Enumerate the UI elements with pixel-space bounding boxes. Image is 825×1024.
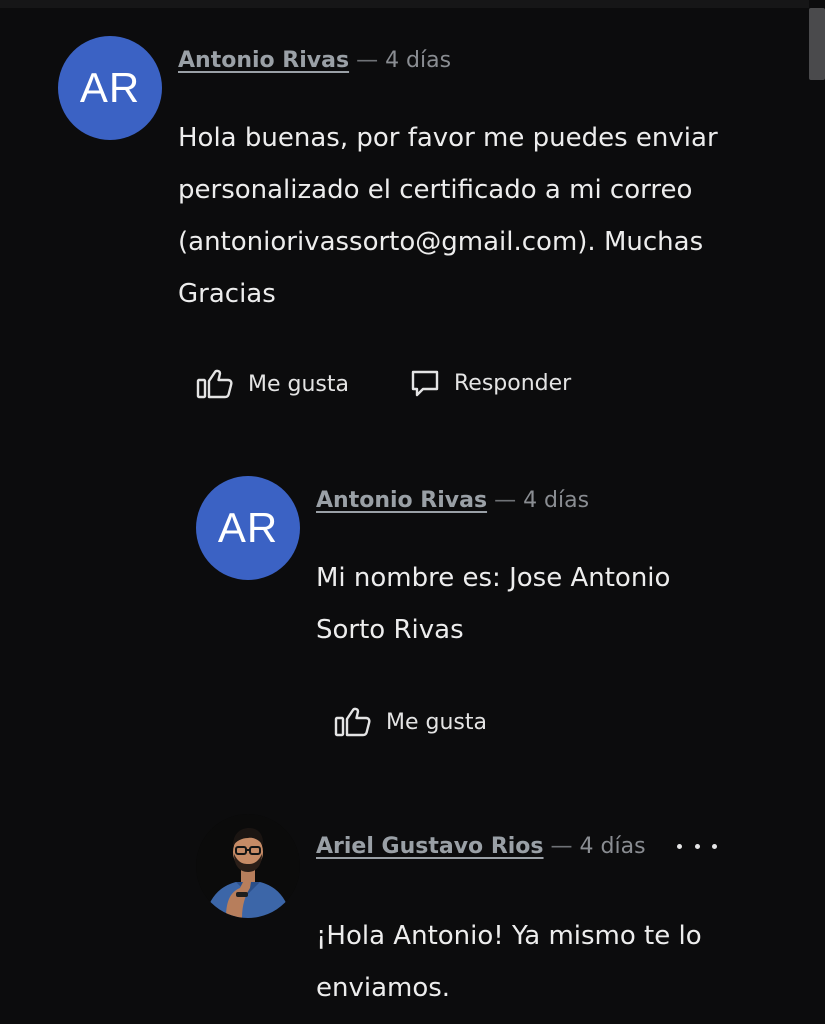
more-dot xyxy=(677,843,682,849)
more-horizontal-icon[interactable] xyxy=(677,836,717,856)
comment-body: ¡Hola Antonio! Ya mismo te lo enviamos. xyxy=(316,910,796,1014)
more-dot xyxy=(712,843,717,849)
meta-separator: — xyxy=(550,834,573,859)
avatar[interactable] xyxy=(196,814,300,918)
comment-time: 4 días xyxy=(579,834,646,859)
scrollbar-thumb[interactable] xyxy=(809,8,825,80)
comment-text-line: ¡Hola Antonio! Ya mismo te lo xyxy=(316,921,702,951)
scrollbar-track[interactable] xyxy=(809,0,825,1024)
comment-text-line: enviamos. xyxy=(316,973,451,1003)
comments-page: AR Antonio Rivas — 4 días Hola buenas, p… xyxy=(0,0,825,1024)
person-photo-avatar xyxy=(196,814,300,918)
comment-reply: Ariel Gustavo Rios — 4 días ¡Hola Antoni… xyxy=(0,0,800,1024)
comment-meta: Ariel Gustavo Rios — 4 días xyxy=(316,834,646,859)
more-dot xyxy=(694,843,700,849)
author-link[interactable]: Ariel Gustavo Rios xyxy=(316,834,544,859)
